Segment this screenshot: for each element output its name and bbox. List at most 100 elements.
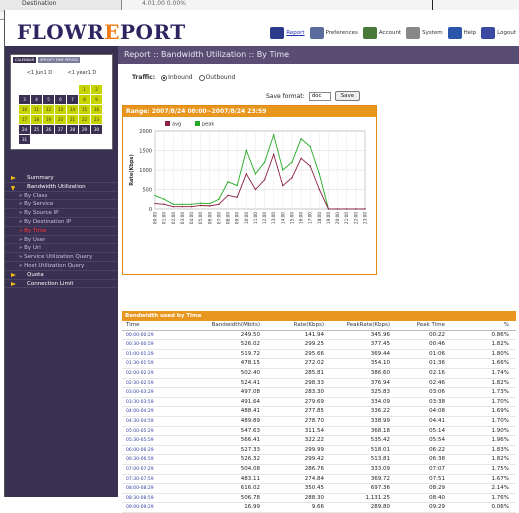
table-cell: 518.01 — [370, 446, 390, 453]
time-link[interactable]: 04:30-04:59 — [122, 417, 170, 427]
calendar-day[interactable]: 4 — [31, 95, 42, 104]
time-link[interactable]: 08:00-08:29 — [122, 484, 170, 494]
calendar-day[interactable]: 23 — [91, 115, 102, 124]
time-link[interactable]: 00:30-00:59 — [122, 340, 170, 350]
calendar-day[interactable]: 15 — [79, 105, 90, 114]
y-axis-label: Rate(Kbps) — [129, 154, 135, 186]
data-point-avg — [227, 194, 229, 197]
calendar-day[interactable]: 2 — [91, 85, 102, 94]
time-link[interactable]: 04:00-04:29 — [122, 407, 170, 417]
calendar-day[interactable]: 3 — [19, 95, 30, 104]
calendar-day[interactable]: 17 — [19, 115, 30, 124]
calendar-day[interactable]: 1 — [79, 85, 90, 94]
radio-unchecked-icon — [198, 74, 205, 81]
sidebar-item-by-user[interactable]: » By User — [5, 236, 118, 245]
data-point-peak — [218, 198, 220, 200]
save-format-select[interactable]: doc — [308, 91, 331, 101]
calendar-day[interactable]: 9 — [91, 95, 102, 104]
sidebar-item-bandwidth-utilization[interactable]: Bandwidth Utilization — [5, 183, 118, 192]
calendar-day[interactable]: 11 — [31, 105, 42, 114]
calendar-day[interactable]: 13 — [55, 105, 66, 114]
save-button[interactable]: Save — [334, 91, 361, 101]
column-header[interactable]: % — [447, 321, 511, 331]
tab-specify-time-period[interactable]: SPECIFY TIME PERIOD — [38, 57, 81, 63]
table-row: 07:30-07:59 483.11 274.84 369.72 07:51 1.67% — [122, 475, 516, 485]
time-link[interactable]: 02:30-02:59 — [122, 379, 170, 389]
y-tick-label: 1500 — [139, 149, 152, 155]
time-link[interactable]: 00:00-00:29 — [122, 331, 170, 341]
column-header[interactable]: Rate(Kbps) — [262, 321, 326, 331]
data-point-avg — [364, 208, 366, 210]
time-link[interactable]: 01:30-01:59 — [122, 359, 170, 369]
nav-help[interactable]: Help — [447, 27, 476, 39]
table-cell: 295.66 — [304, 350, 324, 357]
sidebar-item-by-url[interactable]: » By Url — [5, 244, 118, 254]
nav-preferences[interactable]: Preferences — [309, 27, 358, 39]
calendar-day[interactable]: 5 — [43, 95, 54, 104]
time-link[interactable]: 07:00-07:29 — [122, 465, 170, 475]
time-link[interactable]: 02:00-02:29 — [122, 369, 170, 379]
calendar-day[interactable]: 29 — [79, 125, 90, 134]
time-link[interactable]: 08:30-08:59 — [122, 494, 170, 504]
traffic-inbound-radio[interactable]: Inbound — [161, 74, 193, 81]
x-tick-label: 04:00 — [189, 212, 194, 224]
time-link[interactable]: 05:30-05:59 — [122, 436, 170, 446]
data-point-peak — [309, 145, 311, 148]
time-link[interactable]: 03:00-03:29 — [122, 388, 170, 398]
nav-account[interactable]: Account — [362, 27, 401, 39]
prev-year-link[interactable]: <1 year1 D — [68, 70, 97, 76]
calendar-day[interactable]: 6 — [55, 95, 66, 104]
table-cell: 506.78 — [240, 494, 260, 501]
calendar-day[interactable]: 14 — [67, 105, 78, 114]
nav-logout[interactable]: Logout — [481, 27, 516, 39]
time-link[interactable]: 07:30-07:59 — [122, 475, 170, 485]
sidebar-item-by-destination-ip[interactable]: » By Destination IP — [5, 218, 118, 227]
calendar-day[interactable]: 30 — [91, 125, 102, 134]
calendar-day[interactable]: 28 — [67, 125, 78, 134]
sidebar-item-service-utilization-query[interactable]: » Service Utilization Query — [5, 253, 118, 262]
calendar-day[interactable]: 31 — [19, 135, 30, 144]
sidebar-item-host-utilization-query[interactable]: » Host Utilization Query — [5, 262, 118, 271]
column-header[interactable]: Peak Time — [392, 321, 447, 331]
calendar-day[interactable]: 12 — [43, 105, 54, 114]
sidebar-item-by-service[interactable]: » By Service — [5, 200, 118, 210]
time-link[interactable]: 06:00-06:29 — [122, 446, 170, 456]
calendar-day[interactable]: 18 — [31, 115, 42, 124]
data-point-peak — [318, 173, 321, 175]
calendar-day[interactable]: 7 — [67, 95, 78, 104]
column-header[interactable]: PeakRate(Kbps) — [326, 321, 392, 331]
time-link[interactable]: 06:30-06:59 — [122, 455, 170, 465]
data-point-peak — [291, 161, 293, 163]
calendar-day[interactable]: 16 — [91, 105, 102, 114]
table-cell: 1.70% — [491, 398, 509, 405]
calendar-day[interactable]: 24 — [19, 125, 30, 134]
rate-line-chart: 050010001500200000:00 01:00 02:00 03:00 04:0… — [129, 121, 368, 224]
time-link[interactable]: 01:00-01:29 — [122, 350, 170, 360]
nav-report[interactable]: Report — [270, 27, 305, 39]
calendar-day[interactable]: 20 — [55, 115, 66, 124]
calendar-day[interactable]: 26 — [43, 125, 54, 134]
sidebar-item-by-source-ip[interactable]: » By Source IP — [5, 209, 118, 218]
calendar-day[interactable]: 8 — [79, 95, 90, 104]
sidebar-item-by-class[interactable]: » By Class — [5, 192, 118, 201]
sidebar-item-quota[interactable]: Quota — [5, 271, 118, 280]
sidebar-item-summary[interactable]: Summary — [5, 174, 118, 183]
calendar-day[interactable]: 22 — [79, 115, 90, 124]
sidebar-item-connection-limit[interactable]: Connection Limit — [5, 280, 118, 289]
calendar-day[interactable]: 10 — [19, 105, 30, 114]
calendar-day[interactable]: 21 — [67, 115, 78, 124]
time-link[interactable]: 05:00-05:29 — [122, 427, 170, 437]
traffic-outbound-radio[interactable]: Outbound — [198, 74, 235, 81]
prev-month-link[interactable]: <1 Jun1 D — [27, 70, 52, 76]
column-header[interactable]: Time — [122, 321, 170, 331]
calendar-day[interactable]: 27 — [55, 125, 66, 134]
column-header[interactable]: Bandwidth(Mbits) — [170, 321, 262, 331]
calendar-day[interactable]: 25 — [31, 125, 42, 134]
time-link[interactable]: 03:30-03:59 — [122, 398, 170, 408]
sidebar-item-by-time[interactable]: » By Time — [5, 227, 118, 236]
calendar-day[interactable]: 19 — [43, 115, 54, 124]
tab-calendar[interactable]: CALENDAR — [13, 57, 37, 63]
nav-system[interactable]: System — [406, 27, 443, 39]
time-link[interactable]: 09:00-09:29 — [122, 503, 170, 513]
table-cell: 488.41 — [240, 408, 260, 415]
